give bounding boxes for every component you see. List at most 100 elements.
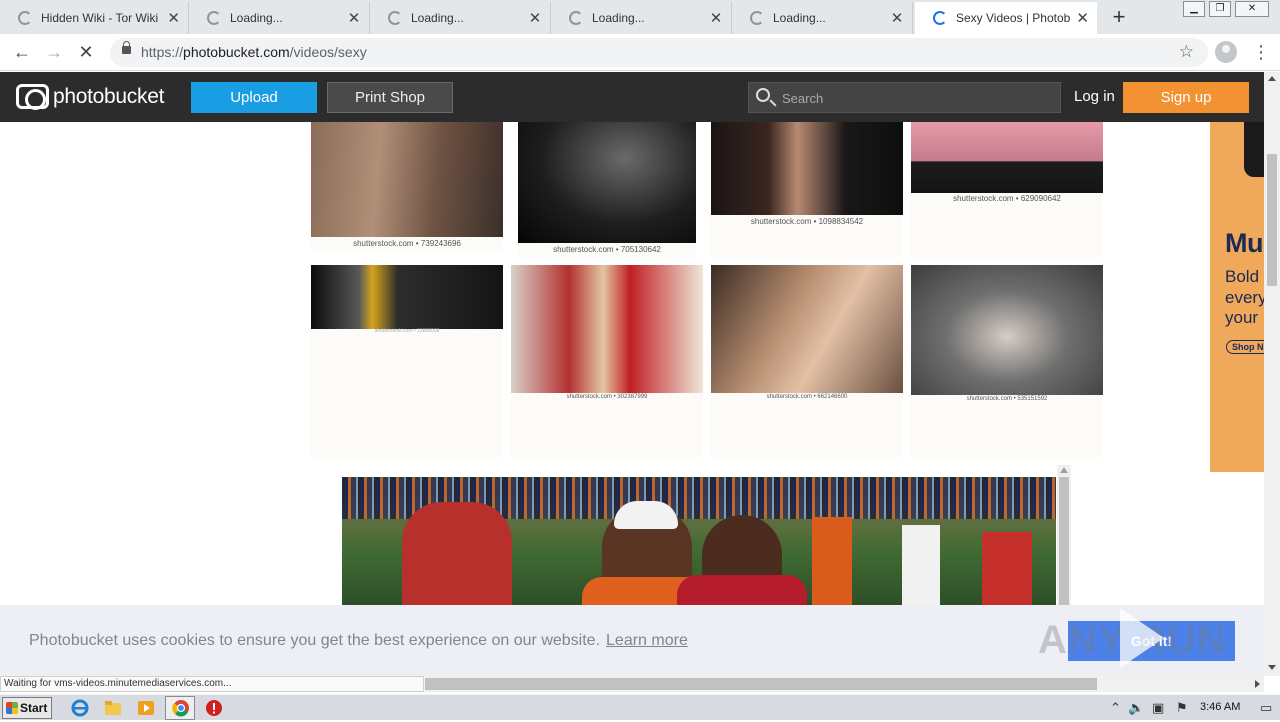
search-box [748, 82, 1061, 113]
address-bar[interactable]: https://photobucket.com/videos/sexy ☆ [110, 38, 1208, 67]
scrollbar-thumb[interactable] [425, 678, 1097, 690]
forward-arrow-icon[interactable]: → [42, 40, 66, 64]
file-explorer-icon[interactable] [104, 699, 122, 717]
tab-close-icon[interactable]: ✕ [167, 9, 180, 27]
tab-title: Loading... [592, 11, 645, 25]
camera-logo-icon [16, 84, 49, 110]
gallery-card-5[interactable]: shutterstock.com • 13858008 [311, 265, 503, 457]
login-link[interactable]: Log in [1074, 88, 1115, 105]
ad-text-line: your [1225, 308, 1259, 327]
new-tab-icon[interactable]: + [1108, 4, 1130, 30]
internet-explorer-icon[interactable] [71, 699, 89, 717]
video-thumbnail[interactable] [311, 122, 503, 237]
browser-tab-loading-2[interactable]: Loading... ✕ [370, 2, 551, 34]
gallery-card-1[interactable]: shutterstock.com • 739243696 [311, 122, 503, 252]
scroll-right-arrow-icon[interactable] [1255, 680, 1260, 688]
print-shop-button[interactable]: Print Shop [327, 82, 453, 113]
chrome-taskbar-icon[interactable] [165, 696, 195, 720]
media-player-icon[interactable] [137, 699, 155, 717]
video-thumbnail[interactable] [311, 265, 503, 329]
tab-close-icon[interactable]: ✕ [347, 9, 361, 27]
gallery-card-7[interactable]: shutterstock.com • 662146600 [711, 265, 903, 457]
video-thumbnail[interactable] [711, 265, 903, 393]
warning-app-icon[interactable] [205, 699, 223, 717]
learn-more-link[interactable]: Learn more [606, 632, 688, 649]
browser-tab-loading-4[interactable]: Loading... ✕ [732, 2, 913, 34]
tab-title: Loading... [773, 11, 826, 25]
tab-close-icon[interactable]: ✕ [709, 9, 723, 27]
start-label: Start [20, 701, 48, 715]
video-thumbnail[interactable] [911, 122, 1103, 193]
scroll-down-arrow-icon[interactable] [1268, 665, 1276, 670]
embedded-video-player[interactable] [342, 477, 1056, 605]
video-figure [812, 517, 852, 605]
start-button[interactable]: Start [2, 697, 52, 719]
search-input[interactable] [782, 89, 1052, 107]
video-thumbnail[interactable] [518, 122, 696, 243]
side-advertisement[interactable]: Mu Bold every your Shop N [1210, 122, 1264, 472]
scrollbar-thumb[interactable] [1059, 477, 1069, 605]
bookmark-star-icon[interactable]: ☆ [1179, 42, 1194, 62]
gallery-card-4[interactable]: shutterstock.com • 629090642 [911, 122, 1103, 257]
browser-tab-strip: Hidden Wiki - Tor Wiki - D ✕ Loading... … [0, 0, 1280, 34]
browser-tab-loading-3[interactable]: Loading... ✕ [551, 2, 732, 34]
back-arrow-icon[interactable]: ← [10, 40, 34, 64]
signup-button[interactable]: Sign up [1123, 82, 1249, 113]
loading-spinner-icon [933, 11, 947, 25]
loading-spinner-icon [18, 11, 32, 25]
video-thumbnail[interactable] [711, 122, 903, 215]
page-horizontal-scrollbar[interactable] [424, 676, 1264, 692]
url-prefix: https:// [141, 44, 184, 60]
thumbnail-caption: shutterstock.com • 739243696 [353, 239, 461, 248]
browser-tab-loading-1[interactable]: Loading... ✕ [189, 2, 370, 34]
loading-spinner-icon [207, 11, 221, 25]
ad-text-line: Bold [1225, 267, 1260, 286]
tab-title: Hidden Wiki - Tor Wiki - D [41, 11, 161, 25]
browser-tab-photobucket[interactable]: Sexy Videos | Photobuck ✕ [915, 2, 1097, 34]
show-desktop-icon[interactable]: ▭ [1260, 700, 1272, 716]
upload-button[interactable]: Upload [191, 82, 317, 113]
gallery-card-6[interactable]: shutterstock.com • 302387999 [511, 265, 703, 457]
scroll-up-arrow-icon[interactable] [1060, 467, 1068, 473]
thumbnail-caption: shutterstock.com • 1098834542 [750, 217, 864, 226]
ad-text-line: every [1225, 288, 1264, 307]
system-clock[interactable]: 3:46 AM [1200, 701, 1240, 713]
tab-close-icon[interactable]: ✕ [890, 9, 904, 27]
profile-avatar-icon[interactable] [1215, 41, 1237, 63]
cookie-accept-button[interactable]: Got it! [1068, 621, 1235, 661]
ad-headline: Mu [1225, 228, 1263, 258]
video-thumbnail[interactable] [911, 265, 1103, 395]
thumbnail-caption: shutterstock.com • 705130642 [553, 245, 661, 254]
gallery-card-8[interactable]: shutterstock.com • 535151592 [911, 265, 1103, 457]
cookie-message: Photobucket uses cookies to ensure you g… [29, 632, 688, 650]
video-figure [902, 525, 940, 605]
scrollbar-thumb[interactable] [1267, 154, 1277, 286]
thumbnail-caption: shutterstock.com • 629090642 [953, 194, 1061, 203]
browser-menu-icon[interactable]: ⋮ [1252, 40, 1270, 64]
logo-wordmark: photobucket [53, 84, 165, 108]
ad-shop-button[interactable]: Shop N [1226, 340, 1264, 354]
tab-close-icon[interactable]: ✕ [1076, 9, 1089, 27]
gallery-card-2[interactable]: shutterstock.com • 705130642 [518, 122, 696, 257]
video-frame-scrollbar[interactable] [1057, 465, 1071, 605]
video-thumbnail[interactable] [511, 265, 703, 393]
loading-spinner-icon [388, 11, 402, 25]
tray-expand-icon[interactable]: ⌃ [1110, 700, 1121, 716]
page-vertical-scrollbar[interactable] [1264, 72, 1280, 676]
stop-loading-icon[interactable]: ✕ [74, 40, 98, 64]
tab-close-icon[interactable]: ✕ [528, 9, 542, 27]
minimize-window-icon[interactable]: ▁ [1183, 1, 1205, 17]
search-icon[interactable] [756, 88, 770, 102]
volume-icon[interactable]: 🔈 [1128, 700, 1144, 716]
network-icon[interactable]: ▣ [1152, 700, 1164, 716]
loading-spinner-icon [750, 11, 764, 25]
scroll-up-arrow-icon[interactable] [1268, 76, 1276, 81]
browser-tab-hidden-wiki[interactable]: Hidden Wiki - Tor Wiki - D ✕ [0, 2, 189, 34]
close-window-icon[interactable]: ✕ [1235, 1, 1269, 17]
gallery-card-3[interactable]: shutterstock.com • 1098834542 [711, 122, 903, 257]
restore-window-icon[interactable]: ❐ [1209, 1, 1231, 17]
action-center-flag-icon[interactable]: ⚑ [1176, 700, 1188, 716]
ad-product-image [1244, 122, 1264, 177]
photobucket-logo[interactable]: photobucket [16, 84, 165, 110]
windows-taskbar: Start ⌃ 🔈 ▣ ⚑ 3:46 AM ▭ [0, 694, 1280, 720]
